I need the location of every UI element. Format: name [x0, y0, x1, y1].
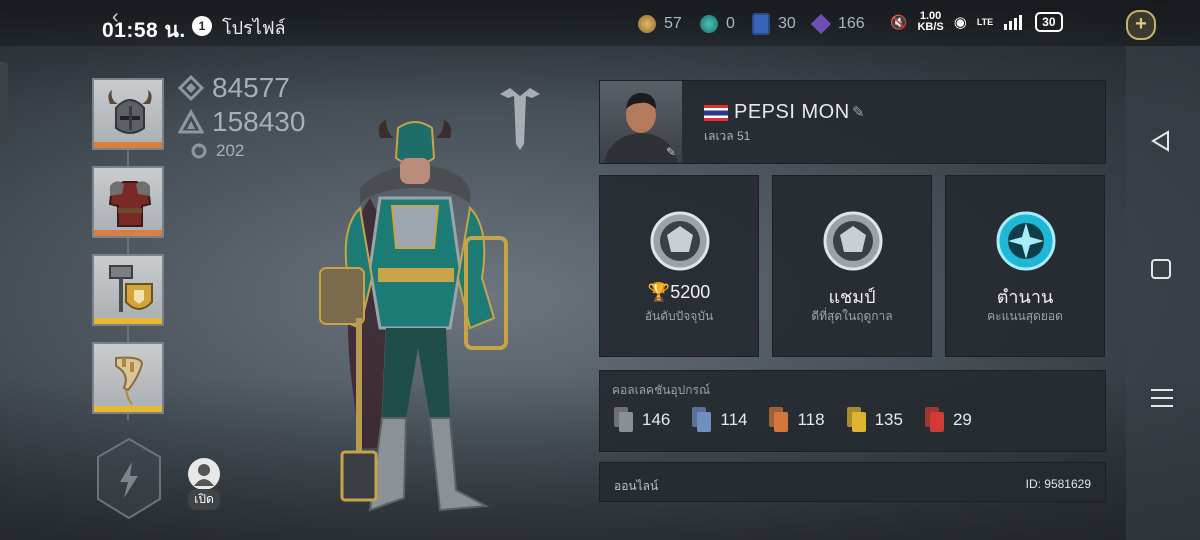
resource-teal[interactable]: 0 [700, 13, 735, 35]
rarity-bar [94, 142, 162, 148]
collection-title: คอลเลคชันอุปกรณ์ [612, 383, 711, 397]
legend-rank-icon [996, 211, 1056, 271]
character-silhouette-icon [188, 458, 220, 490]
hero-character [319, 120, 508, 512]
rank-value: 🏆5200 [647, 282, 711, 302]
status-clock: 01:58 น. [102, 19, 186, 42]
resource-cards[interactable]: 30 [752, 13, 796, 35]
profile-card[interactable]: ✎ PEPSI MON ✎ เลเวล 51 [599, 80, 1106, 164]
page-title: โปรไฟล์ [222, 18, 286, 38]
resource-value: 57 [664, 15, 682, 32]
card-stack-icon [692, 407, 712, 433]
rarity-bar [94, 406, 162, 412]
notification-badge[interactable]: 1 [192, 16, 212, 36]
battery-indicator: 30 [1035, 12, 1063, 32]
teal-gem-icon [700, 15, 718, 33]
equipment-slot-weapon[interactable] [92, 254, 164, 326]
rank-card-best[interactable]: แชมป์ ดีที่สุดในฤดูกาล [772, 175, 932, 357]
skill-slot-lightning-icon[interactable] [94, 436, 164, 522]
resource-gold[interactable]: 57 [638, 13, 682, 35]
player-name: PEPSI MON [734, 101, 850, 123]
health-stat: 158430 [178, 106, 305, 138]
horn-icon [115, 356, 144, 405]
online-status-bar: ออนไลน์ ID: 9581629 [599, 462, 1106, 502]
resource-value: 30 [778, 15, 796, 32]
collection-rare: 118 [769, 407, 825, 433]
system-nav-bar [1126, 46, 1200, 540]
collection-common: 146 [614, 407, 670, 433]
power-value: 84577 [212, 72, 290, 103]
resource-value: 0 [726, 15, 735, 32]
player-level: เลเวล 51 [704, 129, 751, 143]
mini-stat: 202 [190, 141, 244, 161]
rank-label: คะแนนสุดยอด [987, 309, 1063, 323]
rarity-bar [94, 230, 162, 236]
silver-rank-icon [823, 211, 883, 271]
rank-label: อันดับปัจจุบัน [644, 309, 714, 323]
mini-stat-value: 202 [216, 141, 245, 160]
network-speed: 1.00 KB/S [917, 10, 944, 33]
hammer-shield-icon [109, 265, 153, 312]
rank-card-legend[interactable]: ตำนาน คะแนนสุดยอด [945, 175, 1105, 357]
equipment-slot-helmet[interactable] [92, 78, 164, 150]
power-stat: 84577 [178, 72, 290, 104]
collection-legendary: 29 [924, 407, 972, 433]
blue-card-icon [752, 13, 770, 35]
rank-card-current[interactable]: 🏆5200 อันดับปัจจุบัน [599, 175, 759, 357]
card-stack-icon [769, 407, 789, 433]
card-stack-icon [924, 407, 945, 433]
resource-value: 166 [838, 15, 865, 32]
equipment-slot-armor[interactable] [92, 166, 164, 238]
wifi-icon: ◉ [953, 14, 967, 31]
helmet-icon [108, 90, 152, 134]
collection-uncommon: 114 [692, 407, 747, 433]
rarity-bar [94, 318, 162, 324]
power-diamond-icon [178, 75, 204, 101]
signal-icon [1004, 15, 1023, 30]
equipment-collection[interactable]: คอลเลคชันอุปกรณ์ 146 114 118 135 29 [599, 370, 1106, 452]
system-status: 🔇 1.00 KB/S ◉ LTE 30 [890, 11, 1063, 33]
nav-back-icon[interactable] [1150, 130, 1172, 152]
silver-rank-icon [650, 211, 710, 271]
rank-label: ดีที่สุดในฤดูกาล [811, 309, 893, 323]
open-button-label: เปิด [188, 489, 220, 510]
player-id: ID: 9581629 [1025, 477, 1091, 491]
card-stack-icon [614, 407, 634, 433]
add-currency-button[interactable]: + [1126, 10, 1156, 40]
online-status: ออนไลน์ [614, 479, 659, 493]
thailand-flag-icon [704, 105, 728, 121]
equipment-slot-horn[interactable] [92, 342, 164, 414]
nav-home-icon[interactable] [1150, 258, 1172, 280]
screen-edge-handle[interactable] [0, 62, 8, 144]
collection-counts: 146 114 118 135 29 [614, 407, 972, 433]
health-triangle-icon [178, 109, 204, 134]
open-button[interactable]: เปิด [184, 458, 224, 510]
collection-epic: 135 [846, 407, 903, 433]
network-type: LTE [976, 17, 994, 27]
purple-crystal-icon [810, 13, 832, 35]
mute-icon: 🔇 [890, 13, 908, 30]
cycle-icon [191, 143, 207, 159]
avatar-edit-icon[interactable]: ✎ [666, 145, 676, 159]
health-value: 158430 [212, 106, 306, 137]
armor-icon [108, 181, 152, 227]
card-stack-icon [846, 407, 867, 433]
trophy-icon: 🏆 [647, 282, 671, 302]
nav-menu-icon[interactable] [1150, 386, 1174, 410]
resource-crystal[interactable]: 166 [810, 13, 865, 35]
gold-coin-icon [638, 15, 656, 33]
edit-name-icon[interactable]: ✎ [852, 103, 865, 121]
